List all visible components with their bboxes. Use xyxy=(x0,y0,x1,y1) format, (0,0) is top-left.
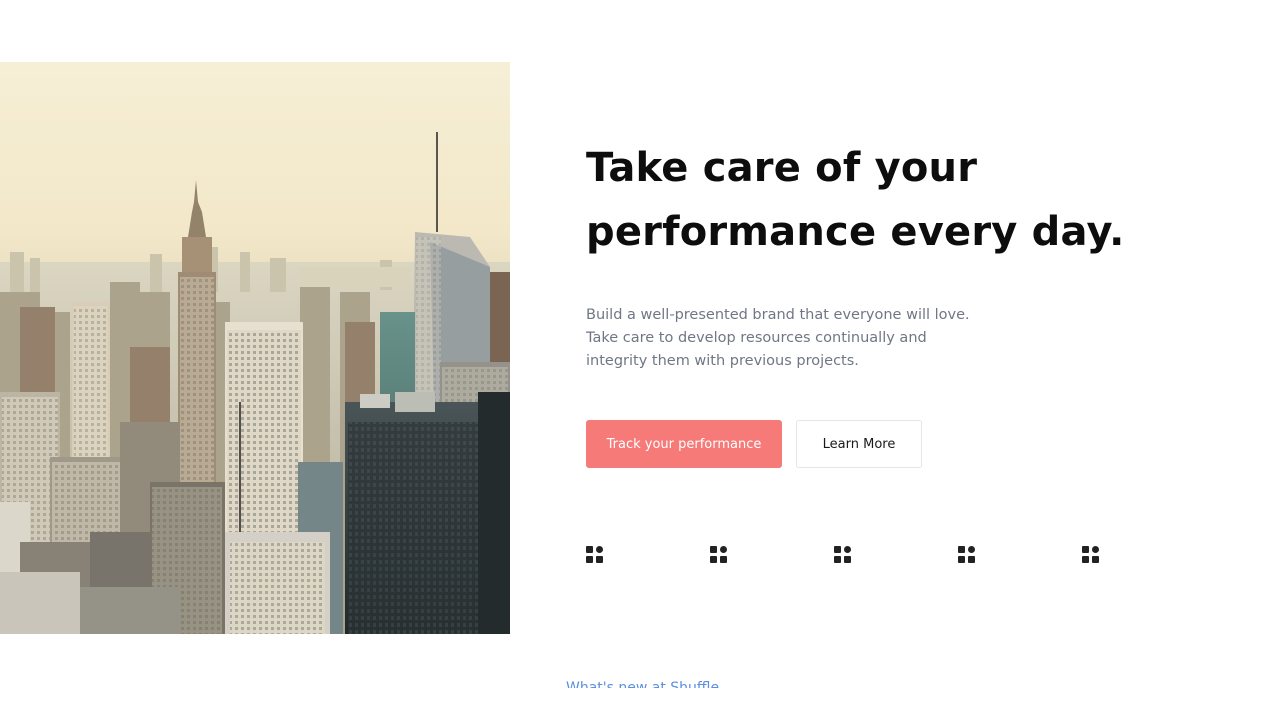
logo-row xyxy=(586,546,1106,566)
shuffle-logo-icon xyxy=(834,546,852,564)
page: Take care of your performance every day.… xyxy=(0,0,1280,720)
learn-more-button[interactable]: Learn More xyxy=(796,420,922,468)
whats-new-link[interactable]: What's new at Shuffle xyxy=(566,676,719,688)
shuffle-logo-icon xyxy=(710,546,728,564)
hero-headline: Take care of your performance every day. xyxy=(586,136,1126,264)
shuffle-logo-icon xyxy=(1082,546,1100,564)
headline-line-2: performance every day. xyxy=(586,209,1125,255)
hero-city-image xyxy=(0,62,510,634)
track-performance-button[interactable]: Track your performance xyxy=(586,420,782,468)
hero-actions: Track your performance Learn More xyxy=(586,420,922,468)
hero-description: Build a well-presented brand that everyo… xyxy=(586,307,970,369)
hero-content: Take care of your performance every day.… xyxy=(586,136,1146,373)
headline-line-1: Take care of your xyxy=(586,145,978,191)
shuffle-logo-icon xyxy=(958,546,976,564)
shuffle-logo-icon xyxy=(586,546,604,564)
